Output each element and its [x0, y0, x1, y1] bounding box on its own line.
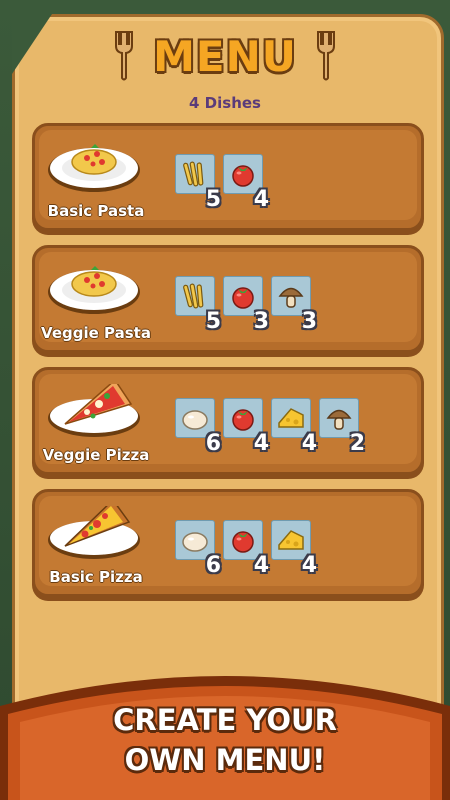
- ingredient-count: 3: [301, 309, 317, 334]
- ingredient-count: 4: [253, 187, 269, 212]
- ingredient-item: 4: [223, 520, 269, 578]
- ingredient-item: 4: [223, 154, 269, 212]
- ingredient-count: 4: [301, 431, 317, 456]
- ingredient-list: 54: [175, 154, 269, 212]
- ingredient-count: 4: [253, 431, 269, 456]
- ingredient-list: 5 3 3: [175, 276, 317, 334]
- ingredient-item: 5: [175, 276, 221, 334]
- ingredient-item: 4: [223, 398, 269, 456]
- ingredient-list: 6 4 4: [175, 520, 317, 578]
- menu-header: MENU: [0, 26, 450, 86]
- dish-card[interactable]: Basic Pizza 6 4 4: [32, 489, 424, 597]
- ingredient-count: 6: [205, 431, 221, 456]
- fork-icon: [316, 31, 335, 81]
- dish-name: Veggie Pasta: [41, 324, 151, 342]
- ingredient-count: 5: [205, 187, 221, 212]
- ingredient-count: 2: [349, 431, 365, 456]
- cta-line-2: OWN MENU!: [124, 743, 326, 777]
- dish-name: Veggie Pizza: [42, 446, 150, 464]
- page-title: MENU: [153, 31, 297, 81]
- ingredient-item: 4: [271, 398, 317, 456]
- ingredient-item: 5: [175, 154, 221, 212]
- dish-card[interactable]: Veggie Pasta 5 3 3: [32, 245, 424, 353]
- ingredient-item: 2: [319, 398, 365, 456]
- pizza-plate-icon: [47, 498, 141, 560]
- cta-text[interactable]: CREATE YOUR OWN MENU!: [0, 700, 450, 780]
- ingredient-count: 4: [301, 553, 317, 578]
- ingredient-count: 3: [253, 309, 269, 334]
- ingredient-item: 6: [175, 520, 221, 578]
- pasta-plate-icon: [47, 140, 141, 194]
- dish-name: Basic Pizza: [49, 568, 143, 586]
- ingredient-item: 3: [223, 276, 269, 334]
- ingredient-count: 4: [253, 553, 269, 578]
- ingredient-item: 3: [271, 276, 317, 334]
- ingredient-list: 6 4 4 2: [175, 398, 365, 456]
- ingredient-count: 6: [205, 553, 221, 578]
- dish-count: 4 Dishes: [189, 94, 261, 112]
- ingredient-item: 6: [175, 398, 221, 456]
- cta-line-1: CREATE YOUR: [113, 703, 337, 737]
- ingredient-item: 4: [271, 520, 317, 578]
- fork-icon: [115, 31, 134, 81]
- veggie-pizza-plate-icon: [47, 378, 141, 438]
- ingredient-count: 5: [205, 309, 221, 334]
- dish-card[interactable]: Basic Pasta 5 4: [32, 123, 424, 231]
- dish-name: Basic Pasta: [47, 202, 145, 220]
- dish-card[interactable]: Veggie Pizza 6 4 4 2: [32, 367, 424, 475]
- pasta-plate-icon: [47, 262, 141, 316]
